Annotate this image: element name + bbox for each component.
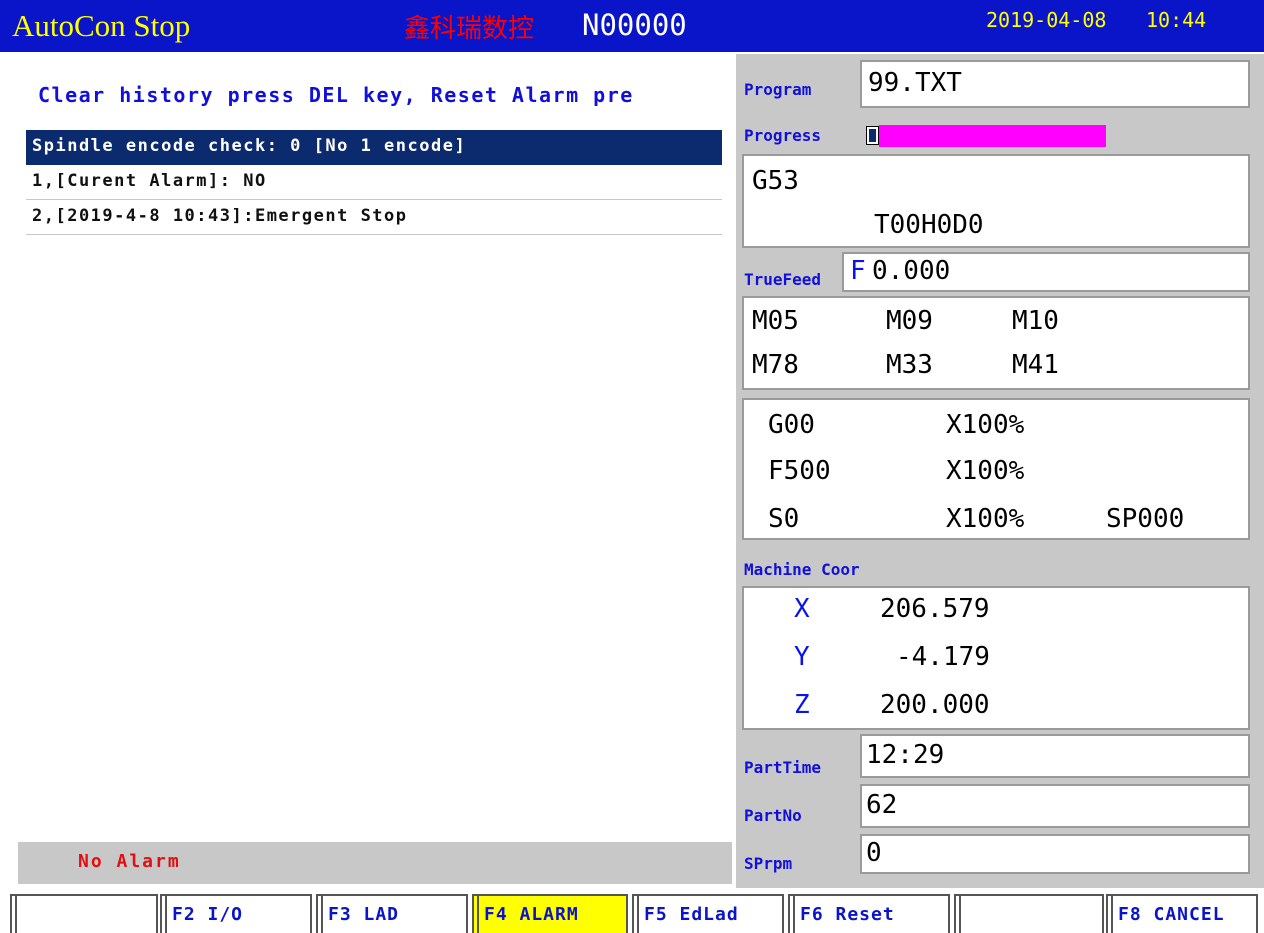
alarm-row[interactable]: 1,[Curent Alarm]: NO [26, 165, 722, 200]
partno-field: 62 [860, 784, 1250, 828]
partno-label: PartNo [744, 806, 802, 825]
machine-coor-label: Machine Coor [744, 560, 860, 579]
f3-lad-key[interactable]: F3 LAD [316, 894, 468, 933]
alarm-status-text: No Alarm [78, 851, 181, 872]
parttime-label: PartTime [744, 758, 822, 777]
mcode-item: M33 [886, 350, 933, 380]
status-panel: Program 99.TXT Progress G53 T00H0D0 True… [736, 54, 1264, 888]
alarm-status-bar: No Alarm [18, 842, 732, 884]
machine-coor-display: X 206.579 Y -4.179 Z 200.000 [742, 586, 1250, 730]
spindle-value: S0 [768, 504, 800, 534]
time-display: 10:44 [1146, 8, 1207, 32]
f7-key[interactable] [954, 894, 1104, 933]
g-mode: G00 [768, 410, 815, 440]
g-rate: X100% [946, 410, 1025, 440]
mcode-display: M05 M09 M10 M78 M33 M41 [742, 296, 1250, 390]
mcode-item: M10 [1012, 306, 1059, 336]
gcode-display: G53 T00H0D0 [742, 154, 1250, 248]
program-label: Program [744, 80, 812, 99]
program-number: N00000 [582, 8, 687, 42]
spindle-rate: X100% [946, 504, 1025, 534]
f8-cancel-key[interactable]: F8 CANCEL [1106, 894, 1258, 933]
f8-label: F8 CANCEL [1118, 904, 1225, 925]
progress-cursor [866, 126, 879, 145]
f2-io-key[interactable]: F2 I/O [160, 894, 312, 933]
gcode-line1: G53 [752, 166, 799, 196]
f4-alarm-key[interactable]: F4 ALARM [472, 894, 628, 933]
spindle-position: SP000 [1106, 504, 1185, 534]
mcode-item: M41 [1012, 350, 1059, 380]
brand-name: 鑫科瑞数控 [404, 13, 535, 43]
axis-z-value: 200.000 [880, 690, 990, 720]
axis-x-value: 206.579 [880, 594, 990, 624]
override-display: G00 X100% F500 X100% S0 X100% SP000 [742, 398, 1250, 540]
f6-reset-key[interactable]: F6 Reset [788, 894, 950, 933]
progress-bar [879, 125, 1106, 147]
f5-edlad-key[interactable]: F5 EdLad [632, 894, 784, 933]
alarm-list: Spindle encode check: 0 [No 1 encode] 1,… [26, 130, 722, 235]
axis-x-label: X [794, 594, 810, 624]
axis-y-label: Y [794, 642, 810, 672]
f4-label: F4 ALARM [484, 904, 579, 925]
truefeed-value: 0.000 [872, 256, 951, 286]
function-key-bar: F2 I/O F3 LAD F4 ALARM F5 EdLad F6 Reset… [0, 890, 1264, 933]
alarm-hint: Clear history press DEL key, Reset Alarm… [38, 83, 634, 107]
axis-y-value: -4.179 [896, 642, 990, 672]
mcode-item: M78 [752, 350, 799, 380]
truefeed-prefix: F [850, 256, 866, 286]
sprpm-label: SPrpm [744, 854, 793, 873]
feed-rate: X100% [946, 456, 1025, 486]
parttime-value: 12:29 [866, 740, 945, 770]
partno-value: 62 [866, 790, 898, 820]
f3-label: F3 LAD [328, 904, 400, 925]
mcode-item: M09 [886, 306, 933, 336]
f2-label: F2 I/O [172, 904, 244, 925]
alarm-row[interactable]: 2,[2019-4-8 10:43]:Emergent Stop [26, 200, 722, 235]
alarm-row-selected[interactable]: Spindle encode check: 0 [No 1 encode] [26, 130, 722, 165]
axis-z-label: Z [794, 690, 810, 720]
f6-label: F6 Reset [800, 904, 895, 925]
progress-label: Progress [744, 126, 822, 145]
sprpm-value: 0 [866, 838, 882, 868]
f5-label: F5 EdLad [644, 904, 739, 925]
gcode-line2: T00H0D0 [874, 210, 984, 240]
date-display: 2019-04-08 [986, 8, 1107, 32]
title-bar: AutoCon Stop 鑫科瑞数控 N00000 2019-04-08 10:… [0, 0, 1264, 52]
machine-status: AutoCon Stop [12, 8, 191, 43]
program-value: 99.TXT [868, 68, 962, 98]
feed-value: F500 [768, 456, 831, 486]
f1-key[interactable] [10, 894, 158, 933]
parttime-field: 12:29 [860, 734, 1250, 778]
sprpm-field: 0 [860, 834, 1250, 874]
mcode-item: M05 [752, 306, 799, 336]
truefeed-field: F 0.000 [842, 252, 1250, 292]
truefeed-label: TrueFeed [744, 270, 822, 289]
program-field: 99.TXT [860, 60, 1250, 108]
